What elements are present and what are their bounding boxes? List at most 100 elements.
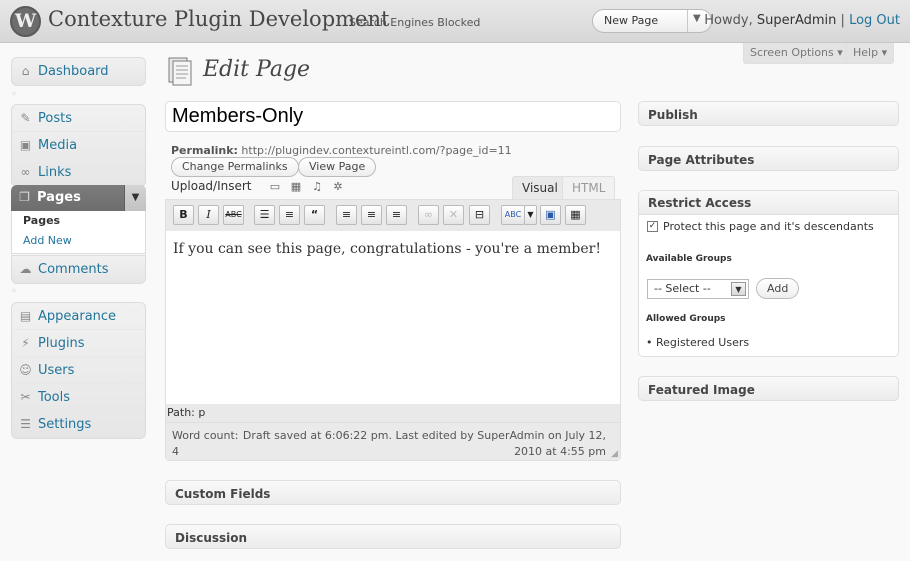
- comment-icon: ☁: [19, 262, 32, 276]
- editor-content-area[interactable]: If you can see this page, congratulation…: [166, 231, 620, 404]
- change-permalinks-button[interactable]: Change Permalinks: [171, 157, 299, 177]
- sidebar-item-media[interactable]: ▣ Media: [12, 132, 145, 159]
- sidebar-item-tools[interactable]: ✂ Tools: [12, 384, 145, 411]
- kitchen-sink-icon[interactable]: ▦: [565, 205, 586, 225]
- media-icon: ▣: [19, 138, 32, 152]
- resize-handle-icon[interactable]: ◢: [611, 449, 618, 459]
- help-button[interactable]: Help ▾: [846, 43, 895, 64]
- align-center-icon[interactable]: ≡: [361, 205, 382, 225]
- sidebar-item-label: Tools: [38, 390, 71, 405]
- sidebar-item-posts[interactable]: ✎ Posts: [12, 105, 145, 132]
- sidebar-item-users[interactable]: ☺ Users: [12, 357, 145, 384]
- logout-link[interactable]: Log Out: [849, 13, 900, 28]
- user-greeting: Howdy, SuperAdmin | Log Out: [704, 13, 900, 28]
- bold-icon[interactable]: B: [173, 205, 194, 225]
- unlink-icon[interactable]: ✕: [443, 205, 464, 225]
- group-select[interactable]: -- Select -- ▼: [647, 279, 749, 299]
- submenu-item-add-new[interactable]: Add New: [12, 231, 145, 251]
- bulleted-list-icon[interactable]: ☰: [254, 205, 275, 225]
- insert-link-icon[interactable]: ∞: [418, 205, 439, 225]
- sidebar-item-links[interactable]: ∞ Links: [12, 159, 145, 186]
- plugin-icon: ⚡: [21, 336, 30, 350]
- tools-icon: ✂: [20, 390, 31, 404]
- submenu-item-pages[interactable]: Pages: [12, 211, 145, 231]
- sidebar-item-label: Media: [38, 138, 78, 153]
- page-attributes-box[interactable]: Page Attributes: [638, 146, 899, 171]
- menu-group-dashboard: ⌂ Dashboard: [11, 57, 146, 86]
- username-link[interactable]: SuperAdmin: [757, 13, 837, 28]
- featured-image-box[interactable]: Featured Image: [638, 376, 899, 401]
- numbered-list-icon[interactable]: ≡: [279, 205, 300, 225]
- insert-more-tag-icon[interactable]: ⊟: [469, 205, 490, 225]
- discussion-heading[interactable]: Discussion: [175, 531, 247, 545]
- screen-options-button[interactable]: Screen Options ▾: [743, 43, 850, 64]
- permalink-label: Permalink:: [171, 144, 238, 157]
- sidebar-item-label: Comments: [38, 262, 109, 277]
- search-engines-blocked-note[interactable]: Search Engines Blocked: [349, 16, 480, 29]
- link-icon: ∞: [20, 165, 31, 179]
- sidebar-item-appearance[interactable]: ▤ Appearance: [12, 303, 145, 330]
- restrict-access-header[interactable]: Restrict Access: [639, 191, 898, 215]
- protect-page-checkbox[interactable]: ✓: [647, 221, 658, 232]
- custom-fields-heading[interactable]: Custom Fields: [175, 487, 270, 501]
- add-group-button[interactable]: Add: [756, 278, 800, 299]
- featured-image-heading[interactable]: Featured Image: [648, 383, 755, 397]
- favorite-action-label[interactable]: New Page: [604, 14, 658, 27]
- users-icon: ☺: [19, 363, 32, 377]
- content-editor: B I ABC ☰ ≡ “ ≡ ≡ ≡ ∞ ✕ ⊟ ABC ▼ ▣ ▦ If y…: [165, 199, 621, 461]
- group-select-value: -- Select --: [654, 282, 711, 295]
- publish-box[interactable]: Publish: [638, 101, 899, 126]
- chevron-down-icon[interactable]: ▼: [524, 205, 537, 225]
- custom-fields-box[interactable]: Custom Fields: [165, 480, 621, 505]
- sidebar-item-settings[interactable]: ☰ Settings: [12, 411, 145, 438]
- submenu-toggle-icon[interactable]: ▼: [124, 185, 146, 211]
- tab-visual[interactable]: Visual: [512, 176, 568, 200]
- blockquote-icon[interactable]: “: [304, 205, 325, 225]
- strikethrough-icon[interactable]: ABC: [223, 205, 244, 225]
- allowed-groups-label: Allowed Groups: [646, 314, 726, 324]
- align-left-icon[interactable]: ≡: [336, 205, 357, 225]
- sidebar-item-label: Pages: [37, 190, 81, 205]
- sidebar-item-dashboard[interactable]: ⌂ Dashboard: [12, 58, 145, 85]
- page-attributes-heading[interactable]: Page Attributes: [648, 153, 754, 167]
- publish-heading[interactable]: Publish: [648, 108, 698, 122]
- allowed-group-name: Registered Users: [656, 336, 750, 349]
- settings-icon: ☰: [20, 417, 31, 431]
- align-right-icon[interactable]: ≡: [386, 205, 407, 225]
- fullscreen-icon[interactable]: ▣: [540, 205, 561, 225]
- view-page-button[interactable]: View Page: [298, 157, 377, 177]
- favorite-actions-dropdown[interactable]: New Page ▼: [592, 9, 712, 33]
- permalink-url[interactable]: http://plugindev.contextureintl.com/?pag…: [241, 144, 511, 157]
- menu-separator[interactable]: ◦: [11, 287, 21, 297]
- post-title-input[interactable]: Members-Only: [165, 101, 621, 132]
- separator: |: [840, 13, 845, 28]
- post-status-info: Word count: 4 Draft saved at 6:06:22 pm.…: [166, 422, 620, 460]
- admin-header: W Contexture Plugin Development Search E…: [0, 0, 910, 43]
- add-image-icon[interactable]: ▭: [269, 181, 281, 192]
- restrict-access-heading[interactable]: Restrict Access: [648, 196, 751, 210]
- page-icon: [168, 57, 192, 86]
- chevron-down-icon[interactable]: ▼: [731, 282, 746, 296]
- add-media-icon[interactable]: ✲: [332, 181, 344, 192]
- word-count-label: Word count:: [172, 429, 239, 442]
- menu-group-content: ✎ Posts ▣ Media ∞ Links: [11, 104, 146, 187]
- sidebar-item-plugins[interactable]: ⚡ Plugins: [12, 330, 145, 357]
- sidebar-item-label: Dashboard: [38, 64, 109, 79]
- editor-toolbar: B I ABC ☰ ≡ “ ≡ ≡ ≡ ∞ ✕ ⊟ ABC ▼ ▣ ▦: [166, 200, 620, 231]
- draft-status-line1: Draft saved at 6:06:22 pm. Last edited b…: [242, 429, 606, 442]
- spellcheck-icon[interactable]: ABC: [501, 205, 525, 225]
- chevron-down-icon[interactable]: ▼: [693, 13, 701, 24]
- site-title[interactable]: Contexture Plugin Development: [48, 7, 389, 31]
- sidebar-item-pages[interactable]: ❐ Pages ▼: [11, 185, 146, 211]
- add-audio-icon[interactable]: ♫: [311, 181, 323, 192]
- editor-path: Path: p: [167, 406, 206, 419]
- sidebar-item-label: Settings: [38, 417, 92, 432]
- italic-icon[interactable]: I: [198, 205, 219, 225]
- protect-page-label: Protect this page and it's descendants: [663, 220, 874, 233]
- add-video-icon[interactable]: ▦: [290, 181, 302, 192]
- sidebar-item-label: Appearance: [38, 309, 117, 324]
- tab-html[interactable]: HTML: [562, 176, 616, 200]
- menu-separator[interactable]: ◦: [11, 90, 21, 100]
- sidebar-item-comments[interactable]: ☁ Comments: [12, 256, 145, 283]
- discussion-box[interactable]: Discussion: [165, 524, 621, 549]
